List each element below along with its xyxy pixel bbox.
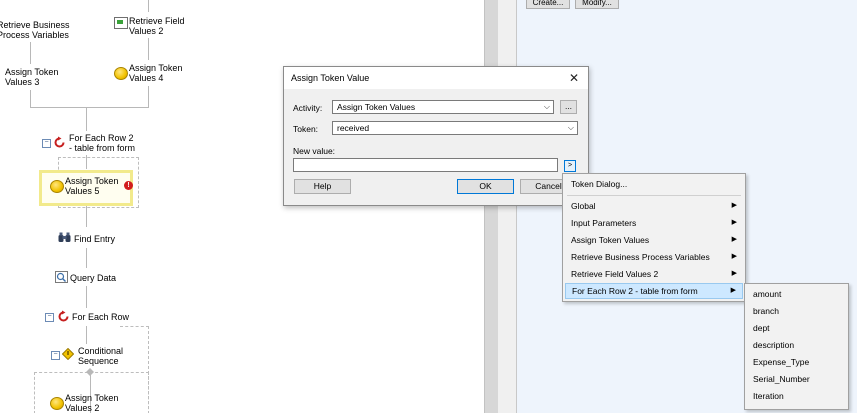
menu-item-token-dialog[interactable]: Token Dialog... bbox=[565, 176, 743, 192]
connector bbox=[86, 107, 87, 131]
submenu-item-iteration[interactable]: Iteration bbox=[747, 388, 846, 404]
submenu-item-amount[interactable]: amount bbox=[747, 286, 846, 302]
connector bbox=[86, 248, 87, 268]
submenu-item-branch[interactable]: branch bbox=[747, 303, 846, 319]
junction-diamond-icon bbox=[86, 368, 94, 376]
connector bbox=[148, 0, 149, 12]
node-assign-token-values-3[interactable]: Assign Token Values 3 bbox=[5, 67, 58, 87]
workflow-canvas[interactable]: Retrieve Business Process Variables Retr… bbox=[0, 0, 484, 413]
modify-button[interactable]: Modify... bbox=[575, 0, 619, 9]
menu-item-assign-token-values[interactable]: Assign Token Values ▶ bbox=[565, 232, 743, 248]
token-label: Token: bbox=[293, 124, 319, 134]
node-retrieve-field-values-2[interactable]: Retrieve Field Values 2 bbox=[129, 16, 185, 36]
query-icon bbox=[55, 271, 68, 283]
token-coin-icon bbox=[114, 67, 128, 80]
submenu-arrow-icon: ▶ bbox=[731, 270, 737, 277]
node-assign-token-values-5[interactable]: Assign Token Values 5 bbox=[65, 176, 118, 196]
create-button[interactable]: Create... bbox=[526, 0, 570, 9]
connector bbox=[86, 286, 87, 308]
submenu-item-expense-type[interactable]: Expense_Type bbox=[747, 354, 846, 370]
connector bbox=[30, 42, 31, 64]
ok-button[interactable]: OK bbox=[457, 179, 514, 194]
menu-item-input-parameters[interactable]: Input Parameters ▶ bbox=[565, 215, 743, 231]
menu-item-retrieve-bpv[interactable]: Retrieve Business Process Variables ▶ bbox=[565, 249, 743, 265]
chevron-down-icon: ⌵ bbox=[543, 102, 550, 111]
submenu-item-serial-number[interactable]: Serial_Number bbox=[747, 371, 846, 387]
field-icon bbox=[114, 17, 128, 29]
activity-select[interactable]: Assign Token Values ⌵ bbox=[332, 100, 554, 114]
menu-separator bbox=[567, 195, 741, 196]
token-coin-icon bbox=[50, 397, 64, 410]
token-coin-icon bbox=[50, 180, 64, 193]
connector bbox=[30, 107, 149, 108]
node-for-each-row[interactable]: For Each Row bbox=[72, 312, 129, 322]
menu-item-for-each-row-2[interactable]: For Each Row 2 - table from form ▶ bbox=[565, 283, 743, 299]
submenu-arrow-icon: ▶ bbox=[731, 236, 737, 243]
panel-strip bbox=[498, 0, 516, 413]
activity-value: Assign Token Values bbox=[337, 102, 416, 112]
insert-token-button[interactable]: > bbox=[564, 160, 576, 172]
activity-label: Activity: bbox=[293, 103, 323, 113]
new-value-input[interactable] bbox=[293, 158, 558, 172]
connector bbox=[86, 205, 87, 227]
new-value-label: New value: bbox=[293, 146, 336, 156]
error-badge-icon[interactable]: ! bbox=[124, 181, 133, 190]
binoculars-icon bbox=[58, 232, 71, 242]
conditional-icon bbox=[62, 348, 74, 360]
dialog-titlebar[interactable]: Assign Token Value ✕ bbox=[284, 67, 588, 89]
submenu-arrow-icon: ▶ bbox=[731, 219, 737, 226]
node-query-data[interactable]: Query Data bbox=[70, 273, 116, 283]
connector bbox=[30, 90, 31, 108]
collapse-toggle[interactable]: − bbox=[51, 351, 60, 360]
loop-icon bbox=[58, 310, 69, 322]
connector bbox=[86, 326, 87, 344]
node-for-each-row-2[interactable]: For Each Row 2 - table from form bbox=[69, 133, 135, 153]
collapse-toggle[interactable]: − bbox=[45, 313, 54, 322]
node-conditional-sequence[interactable]: Conditional Sequence bbox=[78, 346, 123, 366]
dialog-title: Assign Token Value bbox=[291, 73, 370, 83]
token-value: received bbox=[337, 123, 370, 133]
submenu-arrow-icon: ▶ bbox=[730, 287, 736, 294]
chevron-down-icon: ⌵ bbox=[567, 123, 574, 132]
token-select[interactable]: received ⌵ bbox=[332, 121, 578, 135]
collapse-toggle[interactable]: − bbox=[42, 139, 51, 148]
token-menu: Token Dialog... Global ▶ Input Parameter… bbox=[562, 173, 746, 302]
loop-icon bbox=[54, 136, 65, 148]
node-assign-token-values-4[interactable]: Assign Token Values 4 bbox=[129, 63, 182, 83]
column-submenu: amount branch dept description Expense_T… bbox=[744, 283, 849, 410]
close-icon[interactable]: ✕ bbox=[566, 70, 582, 86]
connector bbox=[148, 38, 149, 60]
submenu-arrow-icon: ▶ bbox=[731, 253, 737, 260]
submenu-arrow-icon: ▶ bbox=[731, 202, 737, 209]
node-retrieve-bpv[interactable]: Retrieve Business Process Variables bbox=[0, 20, 70, 40]
menu-item-retrieve-field-values-2[interactable]: Retrieve Field Values 2 ▶ bbox=[565, 266, 743, 282]
connector bbox=[148, 86, 149, 108]
submenu-item-description[interactable]: description bbox=[747, 337, 846, 353]
node-assign-token-values-2[interactable]: Assign Token Values 2 bbox=[65, 393, 118, 413]
node-find-entry[interactable]: Find Entry bbox=[74, 234, 115, 244]
assign-token-value-dialog: Assign Token Value ✕ Activity: Assign To… bbox=[283, 66, 589, 206]
submenu-item-dept[interactable]: dept bbox=[747, 320, 846, 336]
help-button[interactable]: Help bbox=[294, 179, 351, 194]
browse-button[interactable]: ... bbox=[560, 100, 577, 114]
menu-item-global[interactable]: Global ▶ bbox=[565, 198, 743, 214]
